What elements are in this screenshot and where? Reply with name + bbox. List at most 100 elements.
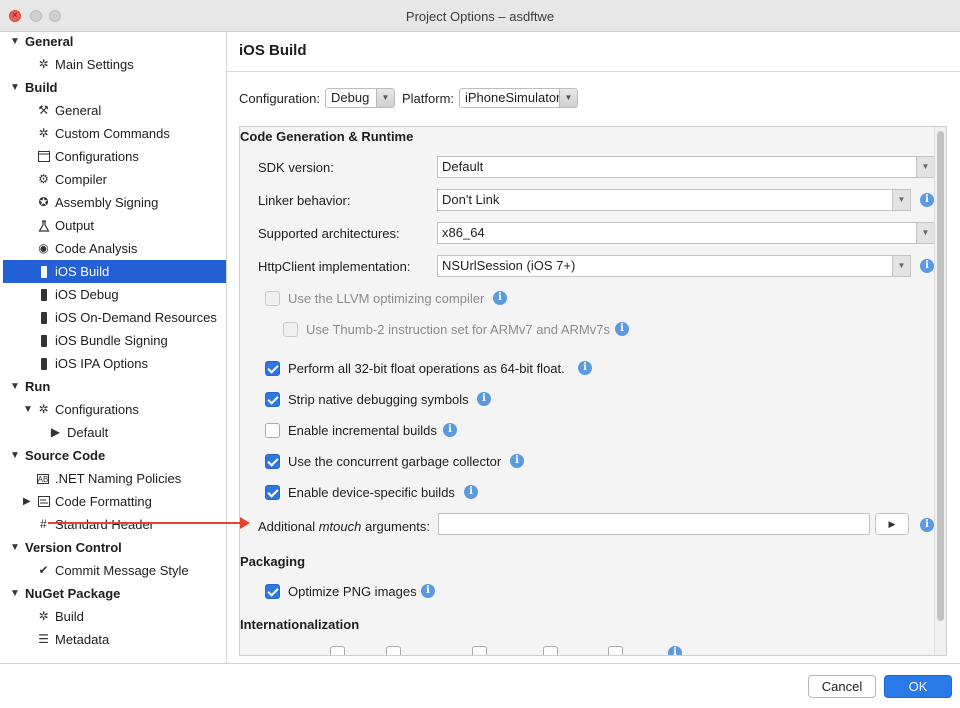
info-icon[interactable]: i <box>510 454 524 468</box>
chevron-right-icon[interactable]: ▶ <box>23 490 31 513</box>
settings-panel: Code Generation & Runtime SDK version: D… <box>239 126 947 656</box>
httpclient-value: NSUrlSession (iOS 7+) <box>442 258 576 273</box>
gear-icon: ✲ <box>38 402 49 416</box>
sidebar-item-build-general[interactable]: ⚒ General <box>0 99 226 122</box>
sidebar-item-label: Version Control <box>25 540 122 555</box>
sidebar-item-code-formatting[interactable]: ▶ Code Formatting <box>0 490 226 513</box>
info-icon[interactable]: i <box>578 361 592 375</box>
annotation-arrowhead <box>240 517 250 529</box>
sidebar-item-standard-header[interactable]: # Standard Header <box>0 513 226 536</box>
sidebar-item-compiler[interactable]: ⚙ Compiler <box>0 168 226 191</box>
i18n-checkbox[interactable] <box>608 646 623 655</box>
scrollbar-thumb[interactable] <box>937 131 944 621</box>
llvm-checkbox[interactable] <box>265 291 280 306</box>
concurrent-gc-checkbox[interactable] <box>265 454 280 469</box>
sidebar-item-main-settings[interactable]: ✲ Main Settings <box>0 53 226 76</box>
hammer-icon: ⚒ <box>38 103 49 117</box>
sidebar-item-code-analysis[interactable]: ◉ Code Analysis <box>0 237 226 260</box>
zoom-window-button[interactable] <box>49 10 61 22</box>
info-icon[interactable]: i <box>615 322 629 336</box>
sidebar-item-version-control-header[interactable]: ▼ Version Control <box>0 536 226 559</box>
device-specific-builds-label: Enable device-specific builds <box>288 485 455 500</box>
sidebar-item-nuget-build[interactable]: ✲ Build <box>0 605 226 628</box>
header-icon: # <box>40 517 47 531</box>
flask-icon <box>37 219 50 232</box>
supported-architectures-value: x86_64 <box>442 225 485 240</box>
platform-select[interactable]: iPhoneSimulator ▼ <box>459 88 578 108</box>
phone-icon <box>37 311 50 324</box>
i18n-checkbox[interactable] <box>386 646 401 655</box>
page-title: iOS Build <box>227 32 960 72</box>
phone-icon <box>37 334 50 347</box>
sidebar-item-ios-ipa-options[interactable]: iOS IPA Options <box>0 352 226 375</box>
info-icon[interactable]: i <box>477 392 491 406</box>
linker-behavior-select[interactable]: Don't Link ▼ <box>437 189 911 211</box>
sidebar-item-general-header[interactable]: ▼ General <box>0 30 226 53</box>
chevron-down-icon: ▼ <box>892 256 910 276</box>
play-icon: ▶ <box>50 425 61 439</box>
info-icon[interactable]: i <box>421 584 435 598</box>
info-icon[interactable]: i <box>464 485 478 499</box>
info-icon[interactable]: i <box>668 646 682 655</box>
close-window-button[interactable]: × <box>9 10 21 22</box>
sidebar-item-build-header[interactable]: ▼ Build <box>0 76 226 99</box>
supported-architectures-select[interactable]: x86_64 ▼ <box>437 222 935 244</box>
sidebar-item-ios-on-demand-resources[interactable]: iOS On-Demand Resources <box>0 306 226 329</box>
mtouch-arguments-input[interactable] <box>438 513 870 535</box>
sidebar-item-ios-debug[interactable]: iOS Debug <box>0 283 226 306</box>
info-icon[interactable]: i <box>920 193 934 207</box>
ok-button[interactable]: OK <box>884 675 952 698</box>
configuration-select[interactable]: Debug ▼ <box>325 88 395 108</box>
sidebar-item-commit-message-style[interactable]: ✔ Commit Message Style <box>0 559 226 582</box>
sidebar-item-naming-policies[interactable]: AB .NET Naming Policies <box>0 467 226 490</box>
sidebar-item-run-header[interactable]: ▼ Run <box>0 375 226 398</box>
sidebar-item-label: Main Settings <box>55 57 134 72</box>
float64-checkbox[interactable] <box>265 361 280 376</box>
sdk-version-select[interactable]: Default ▼ <box>437 156 935 178</box>
sidebar-item-label: iOS On-Demand Resources <box>55 310 217 325</box>
chevron-down-icon[interactable]: ▼ <box>10 582 20 605</box>
code-generation-section-title: Code Generation & Runtime <box>240 129 414 144</box>
chevron-down-icon[interactable]: ▼ <box>10 30 20 53</box>
sidebar-item-ios-bundle-signing[interactable]: iOS Bundle Signing <box>0 329 226 352</box>
sidebar-item-run-default[interactable]: ▶ Default <box>0 421 226 444</box>
sidebar-item-source-code-header[interactable]: ▼ Source Code <box>0 444 226 467</box>
chevron-down-icon[interactable]: ▼ <box>10 444 20 467</box>
strip-symbols-checkbox[interactable] <box>265 392 280 407</box>
i18n-checkbox[interactable] <box>543 646 558 655</box>
sidebar-item-output[interactable]: Output <box>0 214 226 237</box>
sidebar-item-custom-commands[interactable]: ✲ Custom Commands <box>0 122 226 145</box>
info-icon[interactable]: i <box>493 291 507 305</box>
device-specific-builds-checkbox[interactable] <box>265 485 280 500</box>
sidebar-item-label: Code Analysis <box>55 241 138 256</box>
annotation-arrow-line <box>48 522 244 524</box>
optimize-png-checkbox[interactable] <box>265 584 280 599</box>
chevron-down-icon[interactable]: ▼ <box>10 375 20 398</box>
info-icon[interactable]: i <box>920 518 934 532</box>
thumb2-checkbox[interactable] <box>283 322 298 337</box>
phone-icon <box>37 357 50 370</box>
sidebar-item-label: Default <box>67 425 109 440</box>
sidebar-item-label: Build <box>55 609 84 624</box>
sidebar-item-assembly-signing[interactable]: ✪ Assembly Signing <box>0 191 226 214</box>
vertical-scrollbar[interactable] <box>934 127 946 655</box>
chevron-down-icon[interactable]: ▼ <box>10 536 20 559</box>
sidebar-item-configurations[interactable]: Configurations <box>0 145 226 168</box>
gear-icon: ✲ <box>38 57 49 71</box>
incremental-builds-checkbox[interactable] <box>265 423 280 438</box>
chevron-down-icon[interactable]: ▼ <box>10 76 20 99</box>
mtouch-arguments-run-button[interactable]: ▶ <box>875 513 909 535</box>
i18n-checkbox[interactable] <box>330 646 345 655</box>
sidebar-item-ios-build[interactable]: iOS Build <box>3 260 226 283</box>
sidebar-item-run-configurations[interactable]: ▼ ✲ Configurations <box>0 398 226 421</box>
sidebar-item-nuget-package-header[interactable]: ▼ NuGet Package <box>0 582 226 605</box>
httpclient-select[interactable]: NSUrlSession (iOS 7+) ▼ <box>437 255 911 277</box>
chevron-down-icon[interactable]: ▼ <box>23 398 33 421</box>
sidebar-item-nuget-metadata[interactable]: ☰ Metadata <box>0 628 226 651</box>
info-icon[interactable]: i <box>443 423 457 437</box>
sidebar-item-label: Metadata <box>55 632 110 647</box>
info-icon[interactable]: i <box>920 259 934 273</box>
cancel-button[interactable]: Cancel <box>808 675 876 698</box>
i18n-checkbox[interactable] <box>472 646 487 655</box>
minimize-window-button[interactable] <box>30 10 42 22</box>
